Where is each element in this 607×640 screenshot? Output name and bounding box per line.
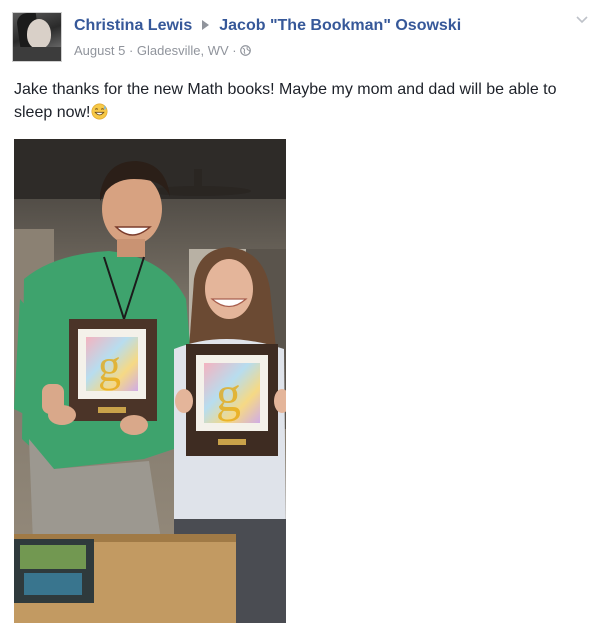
post-location-link[interactable]: Gladesville, WV (137, 43, 229, 58)
grinning-sweat-emoji-icon (91, 103, 107, 120)
globe-icon[interactable] (240, 45, 252, 56)
svg-text:g: g (216, 366, 241, 422)
author-name-link[interactable]: Christina Lewis (74, 17, 192, 34)
svg-text:g: g (98, 340, 121, 391)
triangle-right-icon (202, 20, 210, 31)
author-avatar[interactable] (12, 12, 62, 62)
meta-separator: · (125, 43, 137, 58)
post-header: Christina Lewis Jacob "The Bookman" Osows… (74, 17, 461, 35)
post-photo[interactable]: g g (14, 139, 286, 623)
post-meta: August 5 · Gladesville, WV · (74, 43, 252, 58)
recipient-name-link[interactable]: Jacob "The Bookman" Osowski (219, 17, 461, 34)
photo-illustration: g g (14, 139, 286, 623)
meta-separator: · (228, 43, 241, 58)
post-date-link[interactable]: August 5 (74, 43, 125, 58)
chevron-down-icon[interactable] (575, 15, 589, 25)
post-body: Jake thanks for the new Math books! Mayb… (14, 78, 594, 124)
